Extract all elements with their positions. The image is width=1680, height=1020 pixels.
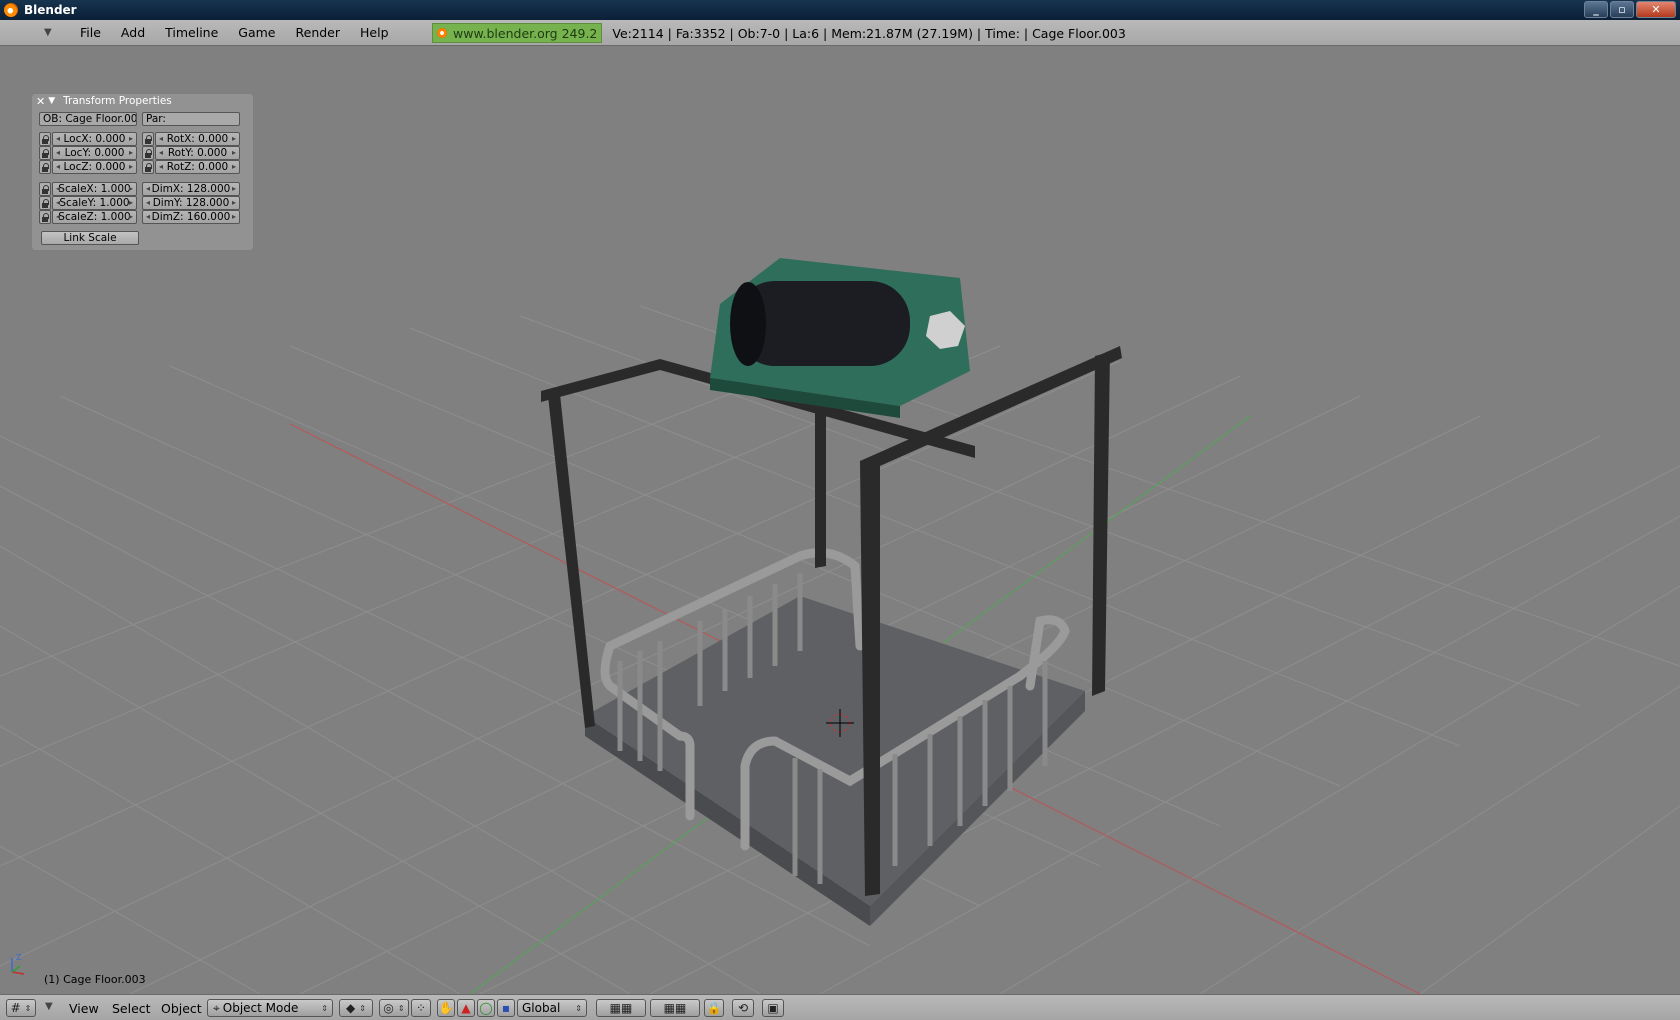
locx-lock-icon[interactable] xyxy=(39,132,51,146)
active-object-label: (1) Cage Floor.003 xyxy=(44,973,146,986)
menu-timeline[interactable]: Timeline xyxy=(155,25,228,40)
draw-type-selector[interactable]: ◆ ⇕ xyxy=(339,999,373,1017)
menu-add[interactable]: Add xyxy=(111,25,155,40)
lock-icon: 🔒 xyxy=(706,1001,722,1015)
editor-type-button[interactable]: # ⇕ xyxy=(6,999,36,1017)
menu-file[interactable]: File xyxy=(70,25,111,40)
header-collapse-icon[interactable]: ▼ xyxy=(44,27,60,38)
viewport-header: # ⇕ ▼ View Select Object ⌖ Object Mode ⇕ … xyxy=(0,994,1680,1020)
header-collapse-icon[interactable]: ▼ xyxy=(45,1001,53,1012)
hand-icon: ✋ xyxy=(438,1001,454,1015)
winch xyxy=(710,258,970,418)
panel-collapse-icon[interactable]: ▼ xyxy=(48,96,55,106)
layers-icon: ▦▦ xyxy=(663,1001,687,1015)
panel-header: ✕ ▼ Transform Properties xyxy=(32,94,253,108)
rotx-field[interactable]: ◂ RotX: 0.000 ▸ xyxy=(155,132,240,146)
locz-lock-icon[interactable] xyxy=(39,160,51,174)
dimz-field[interactable]: ◂ DimZ: 160.000 ▸ xyxy=(142,210,240,224)
window-controls: _ ▫ ✕ xyxy=(1584,1,1676,18)
menu-render[interactable]: Render xyxy=(286,25,351,40)
layers-icon: ▦▦ xyxy=(609,1001,633,1015)
roty-lock-icon[interactable] xyxy=(142,146,154,160)
render-view-button[interactable]: ▣ xyxy=(762,999,784,1017)
object-mode-icon: ⌖ xyxy=(213,1000,220,1015)
scale-manipulator[interactable]: ▪ xyxy=(497,999,515,1017)
rotate-manipulator[interactable]: ◯ xyxy=(477,999,495,1017)
panel-close-icon[interactable]: ✕ xyxy=(36,95,45,108)
layer-lock-button[interactable]: 🔒 xyxy=(704,999,724,1017)
solid-sphere-icon: ◆ xyxy=(346,1001,356,1015)
main-menu-bar: ▼ File Add Timeline Game Render Help www… xyxy=(0,20,1680,46)
locy-lock-icon[interactable] xyxy=(39,146,51,160)
orientation-selector[interactable]: Global ⇕ xyxy=(517,999,587,1017)
maximize-button[interactable]: ▫ xyxy=(1610,1,1634,18)
locx-field[interactable]: ◂ LocX: 0.000 ▸ xyxy=(52,132,137,146)
link-scale-button[interactable]: Link Scale xyxy=(41,231,139,245)
window-titlebar: Blender _ ▫ ✕ xyxy=(0,0,1680,20)
pivot-selector[interactable]: ◎ ⇕ xyxy=(379,999,409,1017)
locy-field[interactable]: ◂ LocY: 0.000 ▸ xyxy=(52,146,137,160)
window-title: Blender xyxy=(24,3,77,17)
mode-label: Object Mode xyxy=(222,1001,299,1015)
menu-select[interactable]: Select xyxy=(112,1001,151,1016)
circle-icon: ◯ xyxy=(479,1001,493,1015)
manipulator-toggle[interactable]: ✋ xyxy=(437,999,455,1017)
view-axis-icon: Z xyxy=(11,953,25,975)
3d-viewport[interactable]: ✕ ▼ Transform Properties OB: Cage Floor.… xyxy=(0,46,1680,994)
parent-field[interactable]: Par: xyxy=(142,112,240,126)
blender-website-link[interactable]: www.blender.org 249.2 xyxy=(432,23,603,43)
blender-logo-icon xyxy=(437,28,447,38)
pivot-icon: ◎ xyxy=(383,1001,394,1015)
triangle-icon: ▲ xyxy=(461,1001,471,1015)
menu-view[interactable]: View xyxy=(69,1001,99,1016)
scaley-field[interactable]: ◂ ScaleY: 1.000 ▸ xyxy=(52,196,137,210)
scalez-field[interactable]: ◂ ScaleZ: 1.000 ▸ xyxy=(52,210,137,224)
transform-properties-panel: ✕ ▼ Transform Properties OB: Cage Floor.… xyxy=(31,93,254,251)
info-bar: www.blender.org 249.2 Ve:2114 | Fa:3352 … xyxy=(432,23,1126,43)
close-button[interactable]: ✕ xyxy=(1636,1,1676,18)
menu-help[interactable]: Help xyxy=(350,25,399,40)
dimy-field[interactable]: ◂ DimY: 128.000 ▸ xyxy=(142,196,240,210)
scene-link-icon: ⟲ xyxy=(737,1001,749,1015)
translate-manipulator[interactable]: ▲ xyxy=(457,999,475,1017)
dimx-field[interactable]: ◂ DimX: 128.000 ▸ xyxy=(142,182,240,196)
menu-object[interactable]: Object xyxy=(161,1001,202,1016)
object-name-field[interactable]: OB: Cage Floor.003 xyxy=(39,112,137,126)
mode-selector[interactable]: ⌖ Object Mode ⇕ xyxy=(207,999,333,1017)
scalex-lock-icon[interactable] xyxy=(39,182,51,196)
render-preview-button[interactable]: ⟲ xyxy=(732,999,754,1017)
grid-icon: # xyxy=(10,1001,21,1015)
scene-stats: Ve:2114 | Fa:3352 | Ob:7-0 | La:6 | Mem:… xyxy=(612,25,1126,41)
rotz-lock-icon[interactable] xyxy=(142,160,154,174)
snap-toggle[interactable]: ⁘ xyxy=(411,999,431,1017)
scalez-lock-icon[interactable] xyxy=(39,210,51,224)
minimize-button[interactable]: _ xyxy=(1584,1,1608,18)
blender-version-label: www.blender.org 249.2 xyxy=(453,25,598,41)
scaley-lock-icon[interactable] xyxy=(39,196,51,210)
square-icon: ▪ xyxy=(501,1001,511,1015)
rotz-field[interactable]: ◂ RotZ: 0.000 ▸ xyxy=(155,160,240,174)
orientation-label: Global xyxy=(522,1001,561,1015)
panel-title: Transform Properties xyxy=(63,95,172,107)
layer-buttons-left[interactable]: ▦▦ xyxy=(596,999,646,1017)
blender-logo-icon xyxy=(4,3,18,17)
image-icon: ▣ xyxy=(767,1001,779,1015)
dots-icon: ⁘ xyxy=(415,1001,427,1015)
locz-field[interactable]: ◂ LocZ: 0.000 ▸ xyxy=(52,160,137,174)
layer-buttons-right[interactable]: ▦▦ xyxy=(650,999,700,1017)
scalex-field[interactable]: ◂ ScaleX: 1.000 ▸ xyxy=(52,182,137,196)
axis-z-label: Z xyxy=(16,953,22,962)
rotx-lock-icon[interactable] xyxy=(142,132,154,146)
menu-game[interactable]: Game xyxy=(228,25,285,40)
roty-field[interactable]: ◂ RotY: 0.000 ▸ xyxy=(155,146,240,160)
